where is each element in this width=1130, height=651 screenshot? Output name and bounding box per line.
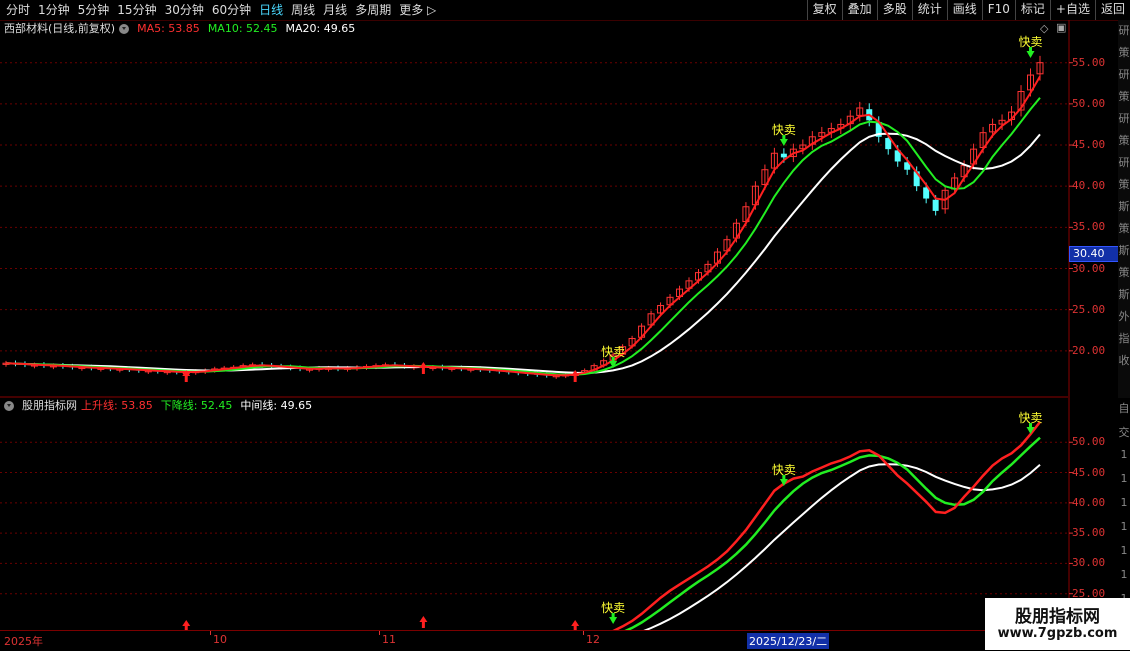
period-tab-6[interactable]: 日线 xyxy=(255,0,287,20)
period-tab-2[interactable]: 5分钟 xyxy=(74,0,114,20)
side-strip-char: 交 xyxy=(1118,426,1130,439)
date-tick xyxy=(583,631,584,635)
tool-button-5[interactable]: F10 xyxy=(981,0,1015,20)
period-tab-7[interactable]: 周线 xyxy=(287,0,319,20)
price-tick-label: 20.00 xyxy=(1072,343,1106,357)
side-strip-char: 1 xyxy=(1120,496,1128,509)
indicator-tick-label: 50.00 xyxy=(1072,435,1106,449)
side-strip-char: 斯 xyxy=(1118,244,1130,257)
watermark-title: 股朋指标网 xyxy=(1015,607,1100,627)
mid-line xyxy=(643,463,1041,630)
up-line xyxy=(612,421,1041,630)
side-strip-char: 1 xyxy=(1120,520,1128,533)
sell-signal-label: 快卖 xyxy=(772,463,796,477)
side-strip-char: 1 xyxy=(1120,472,1128,485)
top-toolbar: 分时 1分钟 5分钟 15分钟 30分钟 60分钟 日线 周线 月线 多周期 更多 ▷ 复权 叠加 多股… xyxy=(0,0,1130,21)
sell-signal-label: 快卖 xyxy=(772,123,796,137)
side-strip-char: 策 xyxy=(1118,266,1130,279)
side-strip-char: 收 xyxy=(1118,354,1130,367)
side-strip-char: 策 xyxy=(1118,90,1130,103)
price-tick-label: 25.00 xyxy=(1072,302,1106,316)
period-tab-0[interactable]: 分时 xyxy=(2,0,34,20)
period-tab-4[interactable]: 30分钟 xyxy=(161,0,208,20)
watermark: 股朋指标网 www.7gpzb.com xyxy=(985,598,1130,650)
candle-down xyxy=(932,199,939,211)
side-strip-char: 研 xyxy=(1118,156,1130,169)
buy-arrow xyxy=(182,620,191,630)
price-chart[interactable]: 快卖快卖快卖 xyxy=(0,20,1068,398)
price-tick-label: 55.00 xyxy=(1072,55,1106,69)
period-tab-1[interactable]: 1分钟 xyxy=(34,0,74,20)
sell-signal-label: 快卖 xyxy=(1019,411,1043,425)
side-strip-char: 研 xyxy=(1118,112,1130,125)
date-tick-label: 12 xyxy=(586,633,600,646)
side-strip: 研策研策研策研策斯策斯策斯外指收 xyxy=(1118,20,1130,398)
down-line xyxy=(624,436,1041,630)
ma5-line xyxy=(5,75,1041,377)
side-strip-char: 斯 xyxy=(1118,288,1130,301)
tool-button-4[interactable]: 画线 xyxy=(946,0,982,20)
sell-signal-label: 快卖 xyxy=(1019,35,1043,49)
date-tick xyxy=(379,631,380,635)
price-tick-label: 35.00 xyxy=(1072,220,1106,234)
watermark-url: www.7gpzb.com xyxy=(997,626,1118,641)
buy-arrow xyxy=(419,362,428,374)
period-tab-5[interactable]: 60分钟 xyxy=(208,0,255,20)
candle-down xyxy=(780,153,787,158)
tool-button-7[interactable]: +自选 xyxy=(1049,0,1095,20)
side-strip-char: 研 xyxy=(1118,24,1130,37)
sell-signal-label: 快卖 xyxy=(601,345,625,359)
side-strip-char: 自 xyxy=(1118,402,1130,415)
side-strip-char: 策 xyxy=(1118,46,1130,59)
period-tabs: 分时 1分钟 5分钟 15分钟 30分钟 60分钟 日线 周线 月线 多周期 更多 ▷ xyxy=(2,0,440,20)
tool-button-1[interactable]: 叠加 xyxy=(841,0,877,20)
price-tick-label: 45.00 xyxy=(1072,138,1106,152)
side-strip-char: 斯 xyxy=(1118,200,1130,213)
sell-signal-label: 快卖 xyxy=(601,601,625,615)
indicator-tick-label: 30.00 xyxy=(1072,556,1106,570)
tool-button-3[interactable]: 统计 xyxy=(911,0,947,20)
price-axis xyxy=(1068,20,1073,398)
side-strip-char: 1 xyxy=(1120,568,1128,581)
indicator-tick-label: 25.00 xyxy=(1072,586,1106,600)
tool-button-0[interactable]: 复权 xyxy=(806,0,842,20)
tool-button-6[interactable]: 标记 xyxy=(1014,0,1050,20)
tool-buttons: 复权 叠加 多股 统计 画线 F10 标记 +自选 返回 xyxy=(806,0,1130,20)
side-strip-char: 策 xyxy=(1118,134,1130,147)
side-strip-char: 指 xyxy=(1118,332,1130,345)
date-tick-label: 2025年 xyxy=(4,635,43,648)
side-strip-char: 策 xyxy=(1118,178,1130,191)
indicator-chart[interactable]: 快卖快卖快卖 xyxy=(0,398,1068,630)
price-tick-label: 40.00 xyxy=(1072,179,1106,193)
price-tick-label: 50.00 xyxy=(1072,96,1106,110)
period-tab-10[interactable]: 更多 ▷ xyxy=(395,0,440,20)
date-tick-label: 11 xyxy=(382,633,396,646)
ma10-line xyxy=(5,97,1041,376)
buy-arrow xyxy=(419,616,428,628)
tool-button-8[interactable]: 返回 xyxy=(1094,0,1130,20)
side-strip-char: 外 xyxy=(1118,310,1130,323)
date-tick-label: 10 xyxy=(213,633,227,646)
ma20-line xyxy=(5,132,1041,374)
side-strip-char: 1 xyxy=(1120,544,1128,557)
side-strip-char: 策 xyxy=(1118,222,1130,235)
date-axis: 2025年 10 11 12 2025/12/23/二 xyxy=(0,630,990,651)
side-strip-char: 1 xyxy=(1120,448,1128,461)
price-tick-label: 30.00 xyxy=(1072,261,1106,275)
crosshair-date-label: 2025/12/23/二 xyxy=(747,633,830,649)
period-tab-9[interactable]: 多周期 xyxy=(351,0,395,20)
date-tick xyxy=(210,631,211,635)
indicator-tick-label: 40.00 xyxy=(1072,495,1106,509)
period-tab-3[interactable]: 15分钟 xyxy=(113,0,160,20)
period-tab-8[interactable]: 月线 xyxy=(319,0,351,20)
indicator-tick-label: 45.00 xyxy=(1072,465,1106,479)
indicator-tick-label: 35.00 xyxy=(1072,526,1106,540)
buy-arrow xyxy=(571,620,580,630)
tool-button-2[interactable]: 多股 xyxy=(876,0,912,20)
side-strip-char: 研 xyxy=(1118,68,1130,81)
